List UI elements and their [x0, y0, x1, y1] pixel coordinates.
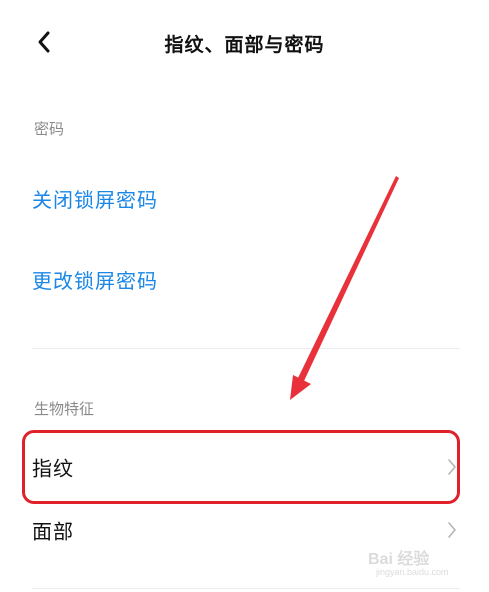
settings-page: 指纹、面部与密码 密码 关闭锁屏密码 更改锁屏密码 生物特征 指纹 面部 Bai…: [0, 0, 489, 592]
disable-lock-screen-password-link[interactable]: 关闭锁屏密码: [32, 184, 158, 213]
fingerprint-label: 指纹: [32, 456, 74, 481]
page-title: 指纹、面部与密码: [164, 34, 325, 56]
chevron-right-icon: [448, 459, 456, 475]
face-row[interactable]: 面部: [22, 495, 464, 565]
change-lock-screen-password-link[interactable]: 更改锁屏密码: [32, 265, 158, 294]
face-label: 面部: [32, 519, 74, 544]
chevron-right-icon: [448, 522, 456, 538]
watermark-url: jingyan.baidu.com: [376, 567, 449, 577]
section-divider: [32, 348, 460, 349]
section-header-biometrics: 生物特征: [34, 400, 95, 418]
section-header-password: 密码: [34, 120, 65, 138]
fingerprint-row[interactable]: 指纹: [22, 432, 464, 502]
bottom-divider: [32, 588, 460, 589]
